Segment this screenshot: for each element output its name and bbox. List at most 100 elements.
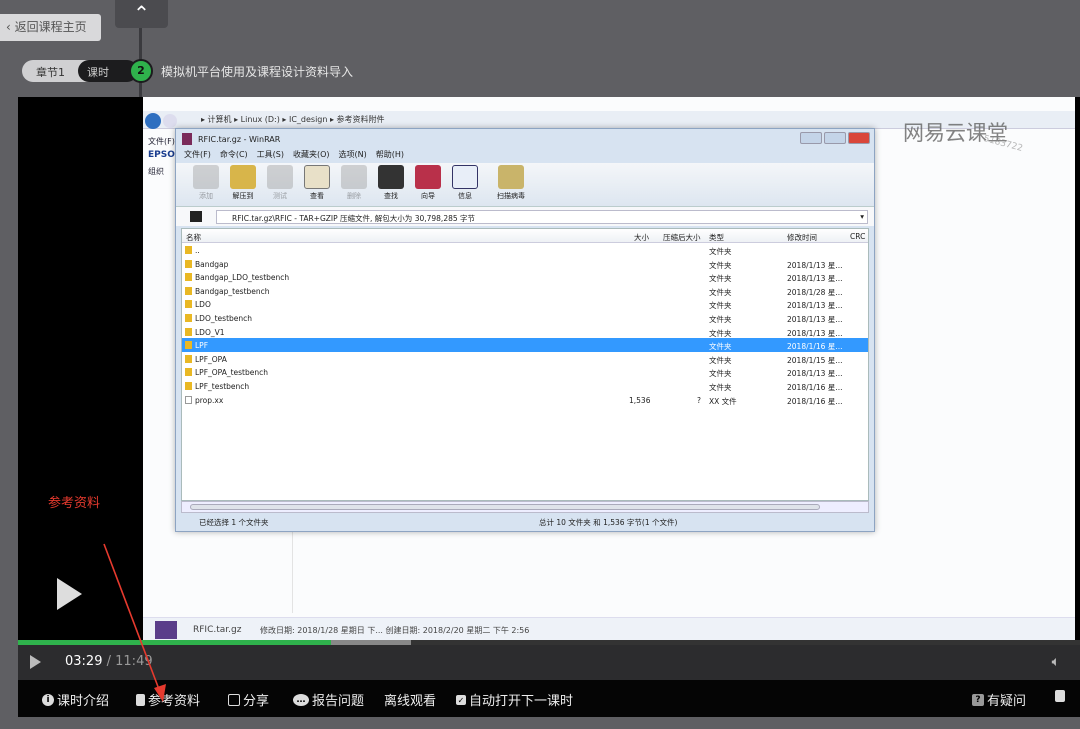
file-type: 文件夹 xyxy=(709,274,732,284)
menu-help[interactable]: 帮助(H) xyxy=(376,149,404,163)
minimize-button[interactable] xyxy=(800,132,822,144)
file-date: 2018/1/13 星... xyxy=(787,301,843,311)
tool-delete[interactable]: 删除 xyxy=(338,165,370,206)
file-row[interactable]: LPF_OPA_testbench 文件夹 2018/1/13 星... xyxy=(182,365,868,379)
tool-extract[interactable]: 解压到 xyxy=(227,165,259,206)
col-packed[interactable]: 压缩后大小 xyxy=(663,232,701,243)
file-list[interactable]: 名称 大小 压缩后大小 类型 修改时间 CRC .. 文件夹 Bandgap 文件夹 2… xyxy=(181,228,869,501)
chapter-lesson-switch[interactable]: 章节1 课时 xyxy=(22,60,138,82)
folder-icon xyxy=(185,300,192,309)
volume-icon[interactable]: 🔈︎ xyxy=(1052,654,1060,670)
time-separator: / xyxy=(106,654,111,669)
folder-icon xyxy=(185,341,192,350)
extract-icon xyxy=(230,165,256,189)
share-button[interactable]: 分享 xyxy=(228,690,269,709)
file-date: 2018/1/13 星... xyxy=(787,314,843,324)
file-row[interactable]: Bandgap_LDO_testbench 文件夹 2018/1/13 星... xyxy=(182,270,868,284)
file-row[interactable]: Bandgap 文件夹 2018/1/13 星... xyxy=(182,257,868,271)
autoplay-checkbox[interactable]: ✓ 自动打开下一课时 xyxy=(456,690,573,709)
horizontal-scrollbar[interactable] xyxy=(181,501,869,513)
chevron-left-icon: ‹ xyxy=(6,20,15,34)
back-to-course-button[interactable]: ‹ 返回课程主页 xyxy=(0,14,101,41)
menu-commands[interactable]: 命令(C) xyxy=(220,149,248,163)
up-folder-icon[interactable] xyxy=(190,211,202,222)
menu-options[interactable]: 选项(N) xyxy=(339,149,367,163)
file-row[interactable]: prop.xx 1,536? XX 文件 2018/1/16 星... xyxy=(182,393,868,407)
folder-icon xyxy=(185,259,192,268)
info-icon xyxy=(452,165,478,189)
col-size[interactable]: 大小 xyxy=(634,232,649,243)
document-icon xyxy=(136,693,145,706)
winrar-statusbar: 已经选择 1 个文件夹 总计 10 文件夹 和 1,536 字节(1 个文件) xyxy=(181,514,869,530)
folder-icon xyxy=(185,286,192,295)
file-name: Bandgap_LDO_testbench xyxy=(195,273,290,283)
file-row[interactable]: LDO_testbench 文件夹 2018/1/13 星... xyxy=(182,311,868,325)
file-row[interactable]: LDO 文件夹 2018/1/13 星... xyxy=(182,297,868,311)
file-type: 文件夹 xyxy=(709,342,732,352)
file-row[interactable]: LDO_V1 文件夹 2018/1/13 星... xyxy=(182,325,868,339)
file-type: 文件夹 xyxy=(709,260,732,270)
file-type: 文件夹 xyxy=(709,382,732,392)
question-button[interactable]: ? 有疑问 xyxy=(972,690,1026,709)
file-type: 文件夹 xyxy=(709,247,732,256)
tool-test[interactable]: 测试 xyxy=(264,165,296,206)
collapse-header-button[interactable]: ⌃ xyxy=(115,0,168,28)
file-row[interactable]: LPF 文件夹 2018/1/16 星... xyxy=(182,338,868,352)
tool-find[interactable]: 查找 xyxy=(375,165,407,206)
current-time: 03:29 xyxy=(65,654,103,669)
tool-info[interactable]: 信息 xyxy=(449,165,481,206)
file-name: Bandgap xyxy=(195,259,229,269)
file-name: LPF_OPA_testbench xyxy=(195,368,269,378)
winrar-toolbar: 添加 解压到 测试 查看 删除 查找 向导 信息 扫描病毒 xyxy=(176,163,874,206)
tool-wizard[interactable]: 向导 xyxy=(412,165,444,206)
col-type[interactable]: 类型 xyxy=(709,232,724,243)
big-play-icon[interactable] xyxy=(57,578,82,610)
find-icon xyxy=(378,165,404,189)
file-icon xyxy=(185,395,192,404)
file-row[interactable]: .. 文件夹 xyxy=(182,243,868,257)
chapter-tab[interactable]: 章节1 xyxy=(36,64,65,80)
menu-favorites[interactable]: 收藏夹(O) xyxy=(293,149,330,163)
col-modified[interactable]: 修改时间 xyxy=(787,232,817,243)
scrollbar-thumb[interactable] xyxy=(190,504,820,510)
file-type: 文件夹 xyxy=(709,301,732,311)
file-type: 文件夹 xyxy=(709,287,732,297)
winrar-menubar: 文件(F) 命令(C) 工具(S) 收藏夹(O) 选项(N) 帮助(H) xyxy=(176,149,874,163)
file-name: LDO_testbench xyxy=(195,313,253,323)
col-crc[interactable]: CRC xyxy=(850,232,865,241)
menu-tools[interactable]: 工具(S) xyxy=(257,149,284,163)
file-row[interactable]: LPF_OPA 文件夹 2018/1/15 星... xyxy=(182,352,868,366)
play-icon[interactable] xyxy=(30,655,41,669)
tool-virus-scan[interactable]: 扫描病毒 xyxy=(492,165,530,206)
report-button[interactable]: … 报告问题 xyxy=(293,690,364,709)
file-row[interactable]: LPF_testbench 文件夹 2018/1/16 星... xyxy=(182,379,868,393)
winrar-address-bar: RFIC.tar.gz\RFIC - TAR+GZIP 压缩文件, 解包大小为 … xyxy=(176,206,874,226)
materials-button[interactable]: 参考资料 xyxy=(136,690,200,709)
folder-icon xyxy=(185,273,192,282)
close-button[interactable] xyxy=(848,132,870,144)
details-file-name: RFIC.tar.gz xyxy=(193,625,242,635)
explorer-details-pane: RFIC.tar.gz 修改日期: 2018/1/28 星期日 下... 创建日… xyxy=(143,617,1075,640)
lesson-action-bar: i 课时介绍 参考资料 分享 … 报告问题 离线观看 ✓ 自动打开下一课时 ? 有疑问 xyxy=(18,680,1080,717)
file-type: 文件夹 xyxy=(709,314,732,324)
maximize-button[interactable] xyxy=(824,132,846,144)
file-size: 1,536 xyxy=(629,395,651,405)
time-display: 03:29 / 11:49 xyxy=(65,654,153,669)
dropdown-icon[interactable]: ▾ xyxy=(860,212,864,221)
tool-view[interactable]: 查看 xyxy=(301,165,333,206)
file-date: 2018/1/28 星... xyxy=(787,287,843,297)
file-name: LPF xyxy=(195,341,209,351)
forward-nav-icon xyxy=(163,114,177,128)
menu-file[interactable]: 文件(F) xyxy=(184,149,211,163)
file-row[interactable]: Bandgap_testbench 文件夹 2018/1/28 星... xyxy=(182,284,868,298)
bookmark-button[interactable] xyxy=(1055,690,1065,702)
archive-path-field[interactable]: RFIC.tar.gz\RFIC - TAR+GZIP 压缩文件, 解包大小为 … xyxy=(216,210,868,224)
file-name: LDO_V1 xyxy=(195,327,225,337)
offline-button[interactable]: 离线观看 xyxy=(384,690,436,709)
col-name[interactable]: 名称 xyxy=(186,232,201,243)
tool-add[interactable]: 添加 xyxy=(190,165,222,206)
file-date: 2018/1/15 星... xyxy=(787,355,843,365)
chat-icon: … xyxy=(293,693,309,706)
folder-icon xyxy=(185,354,192,363)
intro-button[interactable]: i 课时介绍 xyxy=(42,690,109,709)
